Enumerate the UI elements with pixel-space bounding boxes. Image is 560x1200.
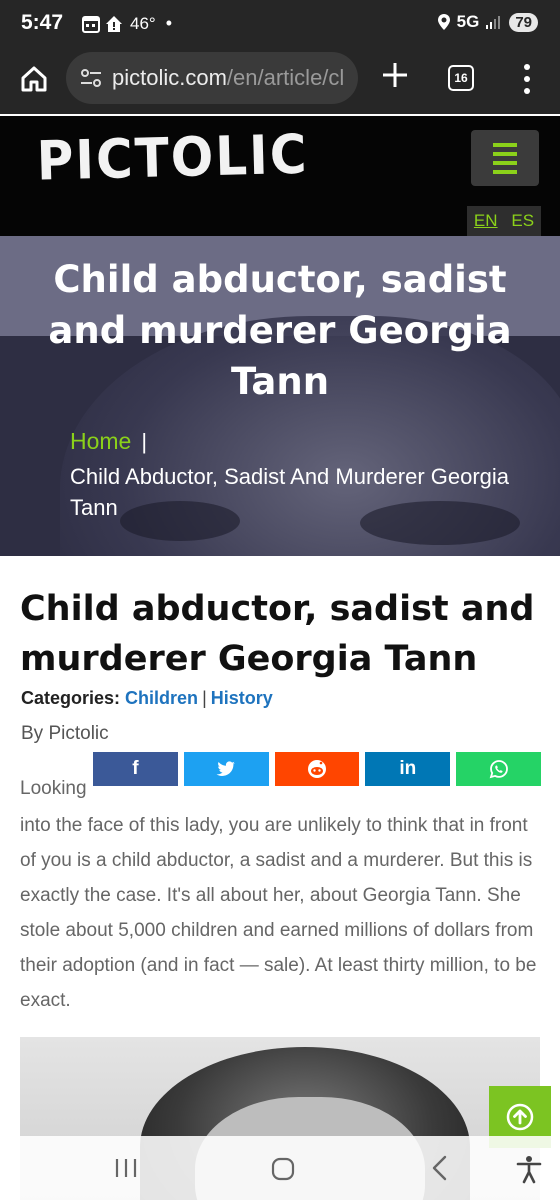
url-text: pictolic.com/en/article/cl xyxy=(112,65,344,91)
back-icon[interactable] xyxy=(428,1154,452,1182)
accessibility-icon[interactable] xyxy=(515,1154,543,1184)
reddit-icon xyxy=(307,760,326,778)
system-navigation-bar xyxy=(0,1136,560,1200)
site-header: PICTOLIC EN ES xyxy=(0,116,560,236)
url-host: pictolic.com xyxy=(112,65,227,90)
battery-indicator: 79 xyxy=(509,12,538,32)
home-alert-icon xyxy=(106,15,122,32)
intro-paragraph: into the face of this lady, you are unli… xyxy=(20,815,537,1011)
status-time: 5:47 xyxy=(21,11,64,34)
article-byline: By Pictolic xyxy=(21,723,109,744)
browser-toolbar: pictolic.com/en/article/cl 16 xyxy=(0,50,560,114)
site-settings-icon[interactable] xyxy=(78,65,104,91)
breadcrumb: Home | Child Abductor, Sadist And Murdere… xyxy=(70,426,540,523)
calendar-icon xyxy=(82,15,100,33)
recent-apps-icon[interactable] xyxy=(112,1156,140,1180)
hero-banner: Child abductor, sadist and murderer Geor… xyxy=(0,236,560,556)
article-title: Child abductor, sadist and murderer Geor… xyxy=(20,589,535,679)
intro-first-word: Looking xyxy=(20,778,87,799)
article-categories: Categories: Children | History xyxy=(21,688,273,709)
category-separator: | xyxy=(202,688,207,708)
browser-menu-icon[interactable] xyxy=(514,61,540,97)
tab-switcher-button[interactable]: 16 xyxy=(448,65,474,91)
address-bar[interactable]: pictolic.com/en/article/cl xyxy=(66,52,358,104)
status-notification-icons: 46° • xyxy=(82,13,172,34)
whatsapp-icon xyxy=(489,760,508,779)
twitter-icon xyxy=(216,761,236,776)
linkedin-icon: in xyxy=(399,758,417,779)
new-tab-icon[interactable] xyxy=(378,58,412,92)
category-link-history[interactable]: History xyxy=(211,688,273,708)
status-network: 5G xyxy=(456,12,480,31)
home-icon[interactable] xyxy=(18,63,50,95)
status-temperature: 46° xyxy=(130,13,156,33)
breadcrumb-current: Child Abductor, Sadist And Murderer Geor… xyxy=(70,464,510,520)
lang-es-link[interactable]: ES xyxy=(511,211,534,231)
status-system-icons: 5G 79 xyxy=(437,12,538,32)
url-path: /en/article/cl xyxy=(226,65,345,90)
site-logo[interactable]: PICTOLIC xyxy=(36,123,309,193)
arrow-up-circle-icon xyxy=(506,1103,534,1131)
facebook-icon: f xyxy=(132,758,139,779)
breadcrumb-home-link[interactable]: Home xyxy=(70,428,131,454)
signal-icon xyxy=(486,16,501,29)
breadcrumb-separator: | xyxy=(141,429,148,454)
hero-title: Child abductor, sadist and murderer Geor… xyxy=(48,258,512,403)
lang-en-link[interactable]: EN xyxy=(474,211,498,231)
location-icon xyxy=(437,14,450,30)
status-bar: 5:47 46° • 5G 79 xyxy=(0,0,560,50)
status-more-dot: • xyxy=(165,13,173,33)
language-switcher: EN ES xyxy=(467,206,541,236)
category-link-children[interactable]: Children xyxy=(125,688,198,708)
home-button-icon[interactable] xyxy=(270,1156,296,1182)
hamburger-menu-icon[interactable] xyxy=(471,130,539,186)
categories-label: Categories: xyxy=(21,688,121,708)
